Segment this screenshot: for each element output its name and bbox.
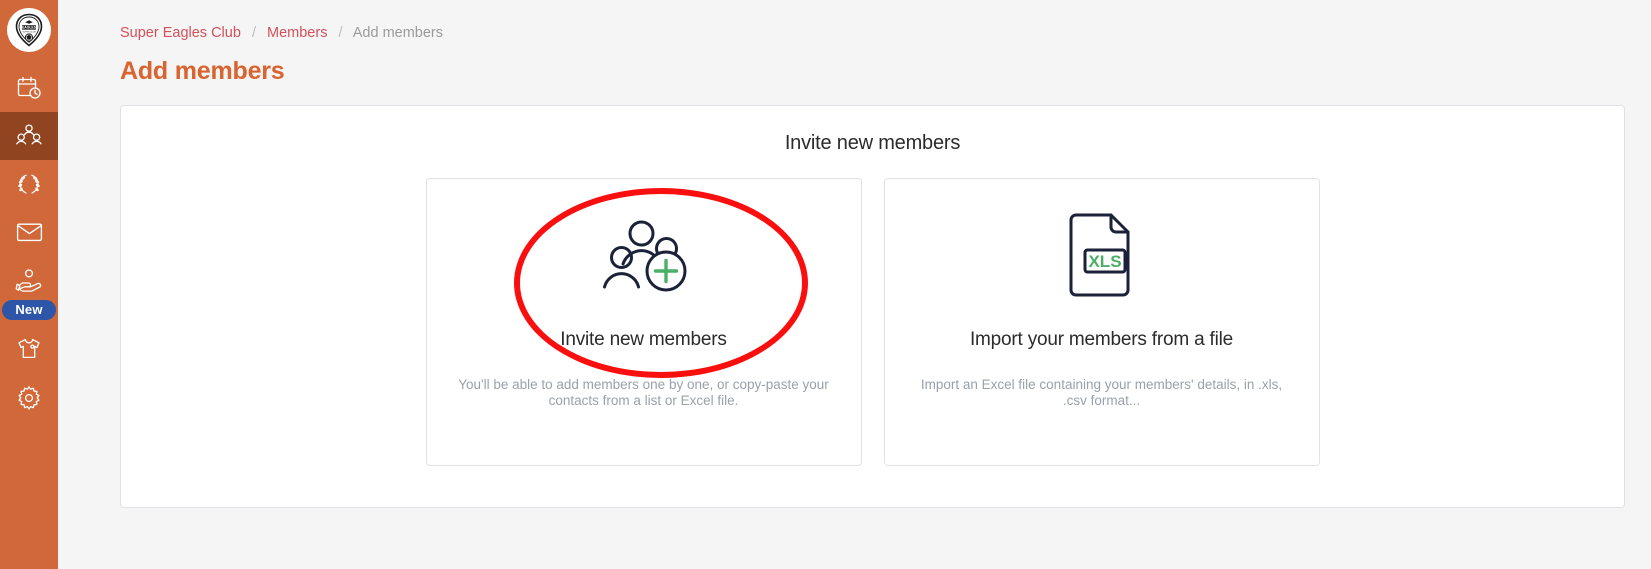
page-title: Add members — [120, 57, 285, 85]
sidebar-item-donations[interactable] — [0, 256, 58, 304]
xls-file-icon: XLS — [1062, 211, 1142, 307]
invite-new-members-card[interactable]: Invite new members You'll be able to add… — [425, 178, 862, 466]
sidebar-item-competitions[interactable] — [0, 160, 58, 208]
main-content: Super Eagles Club / Members / Add member… — [58, 0, 1651, 569]
breadcrumb-separator: / — [338, 25, 343, 41]
option-cards: Invite new members You'll be able to add… — [121, 178, 1624, 466]
panel-heading: Invite new members — [784, 132, 961, 154]
sidebar-item-settings[interactable] — [0, 374, 58, 422]
donation-hand-icon — [15, 268, 43, 292]
club-crest-icon: EAGLES SUPER CLUB — [13, 13, 45, 47]
eagles-club-logo[interactable]: EAGLES SUPER CLUB — [7, 8, 51, 52]
breadcrumb: Super Eagles Club / Members / Add member… — [120, 0, 1625, 41]
sidebar-item-members[interactable] — [0, 112, 58, 160]
card-description: You'll be able to add members one by one… — [458, 377, 829, 409]
sidebar-item-messages[interactable] — [0, 208, 58, 256]
breadcrumb-item-club[interactable]: Super Eagles Club — [120, 25, 241, 41]
calendar-clock-icon — [16, 75, 42, 101]
people-add-icon — [596, 211, 692, 307]
app-root: EAGLES SUPER CLUB New Super Eagles Club … — [0, 0, 1651, 569]
card-title: Invite new members — [560, 329, 727, 350]
import-members-from-file-card[interactable]: XLS Import your members from a file Impo… — [883, 178, 1320, 466]
gear-icon — [16, 385, 42, 411]
sidebar-item-events[interactable] — [0, 64, 58, 112]
members-group-icon — [15, 123, 43, 149]
envelope-icon — [16, 221, 43, 243]
card-description: Import an Excel file containing your mem… — [920, 377, 1283, 409]
breadcrumb-separator: / — [251, 25, 256, 41]
svg-text:EAGLES: EAGLES — [22, 26, 37, 30]
card-title: Import your members from a file — [969, 329, 1234, 350]
sidebar: EAGLES SUPER CLUB New — [0, 0, 58, 569]
laurel-wreath-icon — [15, 172, 43, 196]
sidebar-item-shop[interactable] — [0, 326, 58, 374]
svg-text:XLS: XLS — [1088, 252, 1121, 271]
breadcrumb-item-current: Add members — [352, 25, 444, 41]
breadcrumb-item-members[interactable]: Members — [267, 25, 327, 41]
svg-text:SUPER CLUB: SUPER CLUB — [22, 31, 36, 33]
tshirt-icon — [16, 337, 42, 363]
invite-panel: Invite new members Invite new members Yo… — [120, 105, 1625, 508]
